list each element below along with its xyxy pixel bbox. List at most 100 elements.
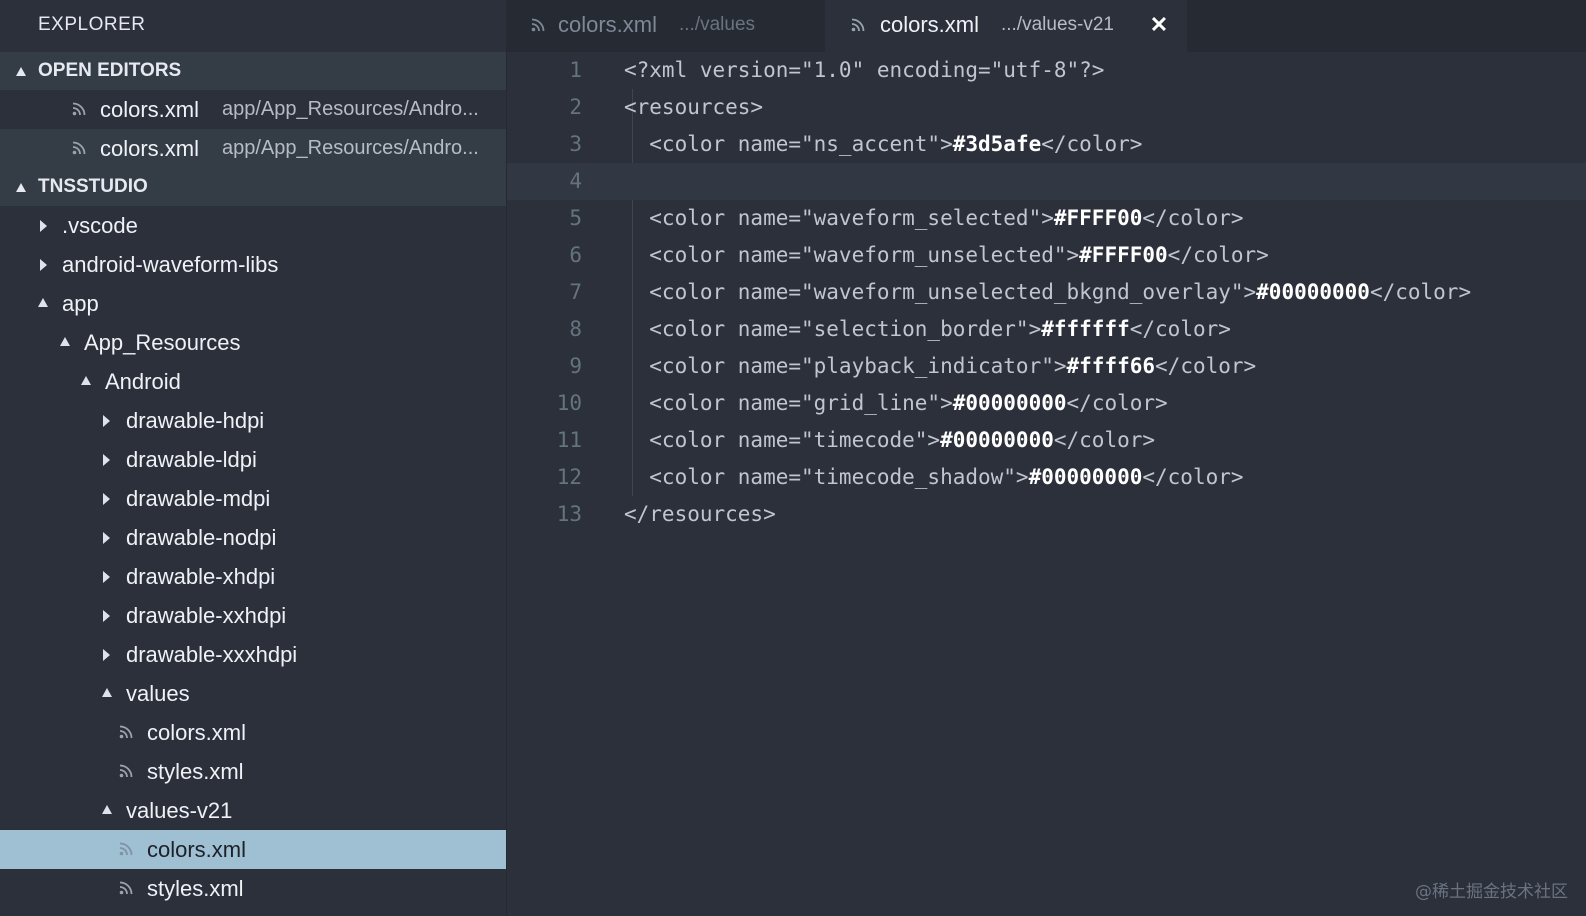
tree-folder-drawable-nodpi[interactable]: drawable-nodpi bbox=[0, 518, 506, 557]
open-editors-header[interactable]: OPEN EDITORS bbox=[0, 52, 506, 90]
code-line[interactable]: 10 <color name="grid_line">#00000000</co… bbox=[507, 385, 1586, 422]
xml-file-icon bbox=[851, 18, 865, 32]
project-label: TNSSTUDIO bbox=[38, 176, 148, 197]
tree-label: .vscode bbox=[62, 213, 138, 238]
code-line[interactable]: 8 <color name="selection_border">#ffffff… bbox=[507, 311, 1586, 348]
code-markup: <?xml version="1.0" encoding="utf-8"?> bbox=[624, 58, 1105, 82]
code-line[interactable]: 12 <color name="timecode_shadow">#000000… bbox=[507, 459, 1586, 496]
tree-label: drawable-xhdpi bbox=[126, 564, 276, 589]
code-markup: </color> bbox=[1066, 391, 1168, 415]
tree-folder-drawable-mdpi[interactable]: drawable-mdpi bbox=[0, 479, 506, 518]
code-markup: <color name="selection_border"> bbox=[624, 317, 1042, 341]
code-line[interactable]: 2 <resources> bbox=[507, 89, 1586, 126]
tree-folder-drawable-xxhdpi[interactable]: drawable-xxhdpi bbox=[0, 596, 506, 635]
tree-file-styles-xml[interactable]: styles.xml bbox=[0, 869, 506, 908]
xml-file-icon bbox=[119, 842, 133, 856]
code-line[interactable]: 5 <color name="waveform_selected">#FFFF0… bbox=[507, 200, 1586, 237]
tab-bar: colors.xml .../values colors.xml .../val… bbox=[507, 0, 1586, 52]
tree-folder-values-v21[interactable]: values-v21 bbox=[0, 791, 506, 830]
line-number: 13 bbox=[556, 502, 582, 526]
tree-label: android-waveform-libs bbox=[62, 252, 279, 277]
collapse-arrow-icon bbox=[38, 298, 48, 307]
line-number: 9 bbox=[569, 354, 582, 378]
color-value: #FFFF00 bbox=[1079, 243, 1168, 267]
tree-label: colors.xml bbox=[147, 720, 247, 745]
expand-arrow-icon bbox=[40, 259, 47, 271]
collapse-arrow-icon bbox=[16, 67, 26, 76]
tab-colors-values[interactable]: colors.xml .../values bbox=[507, 0, 825, 52]
tree-file-colors-xml-selected[interactable]: colors.xml bbox=[0, 830, 506, 869]
tree-folder-values[interactable]: values bbox=[0, 674, 506, 713]
open-editor-item-active[interactable]: colors.xml app/App_Resources/Andro... bbox=[0, 129, 506, 168]
close-icon[interactable]: ✕ bbox=[1148, 14, 1170, 36]
color-value: #ffffff bbox=[1041, 317, 1130, 341]
tab-colors-values-v21[interactable]: colors.xml .../values-v21 ✕ bbox=[825, 0, 1187, 52]
tree-folder-drawable-ldpi[interactable]: drawable-ldpi bbox=[0, 440, 506, 479]
tab-path: .../values bbox=[679, 14, 756, 35]
tree-label: values bbox=[126, 681, 190, 706]
expand-arrow-icon bbox=[103, 415, 110, 427]
code-editor[interactable]: 1 <?xml version="1.0" encoding="utf-8"?> 2… bbox=[507, 52, 1586, 916]
tree-label: drawable-hdpi bbox=[126, 408, 265, 433]
tree-file-styles-xml[interactable]: styles.xml bbox=[0, 752, 506, 791]
tree-file-colors-xml[interactable]: colors.xml bbox=[0, 713, 506, 752]
tree-folder-android-waveform-libs[interactable]: android-waveform-libs bbox=[0, 245, 506, 284]
line-number: 10 bbox=[556, 391, 582, 415]
tree-folder-drawable-xxxhdpi[interactable]: drawable-xxxhdpi bbox=[0, 635, 506, 674]
tab-filename: colors.xml bbox=[558, 12, 658, 37]
code-text: <color name="grid_line">#00000000</color… bbox=[624, 385, 1168, 422]
line-number: 11 bbox=[556, 428, 582, 452]
open-editor-path: app/App_Resources/Andro... bbox=[222, 137, 479, 159]
code-line[interactable]: 1 <?xml version="1.0" encoding="utf-8"?> bbox=[507, 52, 1586, 89]
xml-file-icon bbox=[119, 881, 133, 895]
project-header[interactable]: TNSSTUDIO bbox=[0, 168, 506, 206]
tree-folder-app[interactable]: app bbox=[0, 284, 506, 323]
tree-label: values-v21 bbox=[126, 798, 233, 823]
tree-folder-drawable-xhdpi[interactable]: drawable-xhdpi bbox=[0, 557, 506, 596]
open-editor-item[interactable]: colors.xml app/App_Resources/Andro... bbox=[0, 90, 506, 129]
code-markup: <color name="timecode_shadow"> bbox=[624, 465, 1029, 489]
color-value: #00000000 bbox=[940, 428, 1054, 452]
editor-area: colors.xml .../values colors.xml .../val… bbox=[507, 0, 1586, 916]
code-line[interactable]: 7 <color name="waveform_unselected_bkgnd… bbox=[507, 274, 1586, 311]
tab-filename: colors.xml bbox=[880, 12, 980, 37]
tree-label: drawable-mdpi bbox=[126, 486, 271, 511]
line-number: 5 bbox=[569, 206, 582, 230]
expand-arrow-icon bbox=[103, 493, 110, 505]
code-line[interactable]: 13 </resources> bbox=[507, 496, 1586, 533]
tree-label: drawable-ldpi bbox=[126, 447, 257, 472]
code-markup: <color name="ns_accent"> bbox=[624, 132, 953, 156]
code-markup: <color name="timecode"> bbox=[624, 428, 941, 452]
code-line[interactable]: 4 bbox=[507, 163, 1586, 200]
tab-path: .../values-v21 bbox=[1001, 14, 1114, 35]
open-editors-label: OPEN EDITORS bbox=[38, 60, 182, 81]
color-value: #00000000 bbox=[952, 391, 1067, 415]
tree-folder-vscode[interactable]: .vscode bbox=[0, 206, 506, 245]
tree-folder-app-resources[interactable]: App_Resources bbox=[0, 323, 506, 362]
tree-label: drawable-xxhdpi bbox=[126, 603, 287, 628]
tree-folder-android[interactable]: Android bbox=[0, 362, 506, 401]
line-number: 2 bbox=[569, 95, 582, 119]
color-value: #3d5afe bbox=[952, 132, 1042, 156]
expand-arrow-icon bbox=[103, 571, 110, 583]
code-text: <color name="playback_indicator">#ffff66… bbox=[624, 348, 1256, 385]
collapse-arrow-icon bbox=[102, 805, 112, 814]
open-editor-filename: colors.xml bbox=[100, 136, 200, 161]
code-line[interactable]: 9 <color name="playback_indicator">#ffff… bbox=[507, 348, 1586, 385]
explorer-title: EXPLORER bbox=[38, 14, 146, 35]
code-text: <color name="timecode_shadow">#00000000<… bbox=[624, 459, 1244, 496]
xml-file-icon bbox=[531, 18, 545, 32]
code-line[interactable]: 6 <color name="waveform_unselected">#FFF… bbox=[507, 237, 1586, 274]
tree-folder-drawable-hdpi[interactable]: drawable-hdpi bbox=[0, 401, 506, 440]
code-line[interactable]: 3 <color name="ns_accent">#3d5afe</color… bbox=[507, 126, 1586, 163]
code-markup: <color name="waveform_unselected_bkgnd_o… bbox=[624, 280, 1257, 304]
code-lines: 1 <?xml version="1.0" encoding="utf-8"?> 2… bbox=[507, 52, 1586, 533]
color-value: #00000000 bbox=[1256, 280, 1370, 304]
xml-file-icon bbox=[119, 725, 133, 739]
code-text: <color name="waveform_unselected">#FFFF0… bbox=[624, 237, 1269, 274]
code-line[interactable]: 11 <color name="timecode">#00000000</col… bbox=[507, 422, 1586, 459]
code-text: <?xml version="1.0" encoding="utf-8"?> bbox=[624, 52, 1104, 89]
code-markup: </color> bbox=[1142, 465, 1244, 489]
line-number: 12 bbox=[556, 465, 582, 489]
color-value: #ffff66 bbox=[1066, 354, 1156, 378]
